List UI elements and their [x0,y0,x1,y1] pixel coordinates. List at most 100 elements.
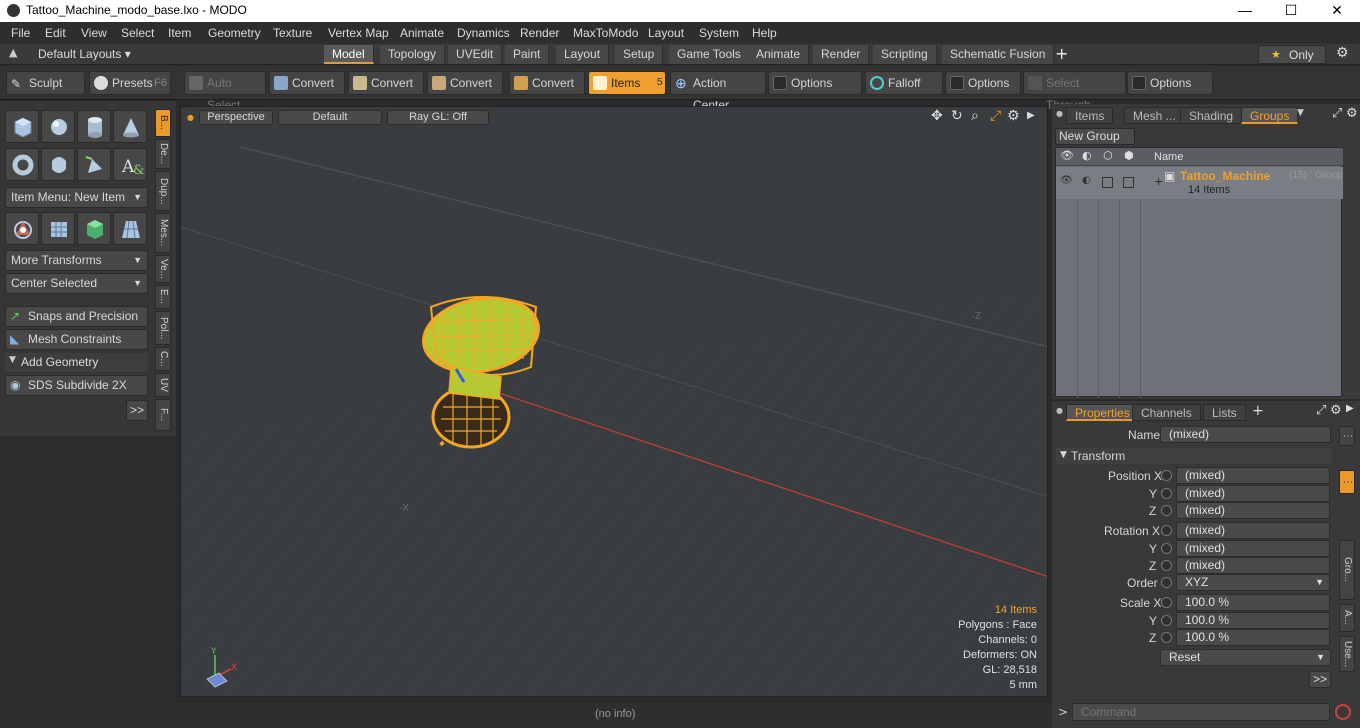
tab-scripting[interactable]: Scripting [873,45,937,64]
scale-z-field[interactable]: 100.0 % [1176,629,1330,646]
more-transforms-dropdown[interactable]: More Transforms ▼ [5,250,148,271]
panel-more-icon[interactable]: ▶ [1346,403,1354,414]
action-center-options-button[interactable]: Options [768,71,862,95]
position-y-field[interactable]: (mixed) [1176,485,1330,502]
side-tab-active[interactable]: ⋮ [1339,470,1355,494]
menu-select[interactable]: Select [121,26,154,40]
menu-dynamics[interactable]: Dynamics [457,26,510,40]
cylinder-primitive-button[interactable] [77,110,111,143]
pan-icon[interactable]: ✥ [931,108,943,124]
select-icon[interactable]: ⬢ [1124,149,1134,162]
close-button[interactable]: ✕ [1314,0,1360,22]
viewport-menu-dot-icon[interactable]: ● [187,113,194,122]
select-through-options-button[interactable]: Options [1127,71,1213,95]
menu-item[interactable]: Item [168,26,191,40]
grid-tool-button[interactable] [41,212,75,245]
menu-vertex-map[interactable]: Vertex Map [328,26,389,40]
reset-dropdown[interactable]: Reset ▼ [1160,649,1331,666]
vtab-basic[interactable]: B... [155,109,171,137]
tab-setup[interactable]: Setup [615,45,664,64]
maximize-viewport-icon[interactable]: ⤢ [990,108,1001,124]
expand-panel-icon[interactable]: ⤢ [1332,106,1342,121]
tab-uvedit[interactable]: UVEdit [448,45,503,64]
order-dropdown[interactable]: XYZ ▼ [1176,574,1330,591]
convert-edges-button[interactable]: Convert [348,71,424,95]
keyframe-dot-icon[interactable] [1161,470,1172,481]
transform-section-header[interactable]: ▼ Transform [1056,448,1332,464]
tab-properties[interactable]: Properties [1066,404,1139,421]
torus-primitive-button[interactable] [5,148,39,181]
tab-render[interactable]: Render [813,45,870,64]
select-checkbox[interactable] [1123,177,1134,188]
falloff-button[interactable]: Falloff [865,71,943,95]
mesh-constraints-button[interactable]: ◣ Mesh Constraints [5,329,148,350]
vtab-curve[interactable]: C... [155,347,171,371]
maximize-button[interactable]: ☐ [1268,0,1314,22]
snaps-precision-button[interactable]: ↗ Snaps and Precision [5,306,148,327]
tab-shading[interactable]: Shading [1180,107,1243,124]
3d-viewport[interactable]: -Z -X Y X ● Perspective Default Ray GL: … [180,106,1048,697]
tab-channels[interactable]: Channels [1132,404,1201,421]
cone-primitive-button[interactable] [113,110,147,143]
view-type-button[interactable]: Perspective [199,110,273,125]
items-mode-button[interactable]: Items 5 [588,71,666,95]
menu-texture[interactable]: Texture [273,26,312,40]
vtab-deform[interactable]: De... [155,139,171,169]
convert-polygons-button[interactable]: Convert [427,71,503,95]
layout-collapse-icon[interactable]: ▲ [9,46,17,59]
render-icon[interactable]: ◐ [1082,175,1091,186]
expand-plus-icon[interactable]: + [1154,175,1163,188]
tab-animate[interactable]: Animate [748,45,810,64]
keyframe-dot-icon[interactable] [1161,597,1172,608]
menu-animate[interactable]: Animate [400,26,444,40]
lock-icon[interactable]: ⬡ [1103,149,1113,162]
transform-tool-button[interactable] [5,212,39,245]
menu-layout[interactable]: Layout [648,26,684,40]
tab-items[interactable]: Items [1066,107,1114,124]
minimize-button[interactable]: — [1222,0,1268,22]
tab-layout[interactable]: Layout [556,45,610,64]
add-geometry-header[interactable]: ▼ Add Geometry [5,353,148,372]
menu-help[interactable]: Help [752,26,777,40]
panel-menu-dot-icon[interactable]: ● [1056,406,1063,415]
viewport-more-icon[interactable]: ▶ [1027,110,1035,121]
scale-y-field[interactable]: 100.0 % [1176,612,1330,629]
menu-system[interactable]: System [699,26,739,40]
shading-mode-button[interactable]: Default [278,110,382,125]
only-toggle[interactable]: ★ Only [1258,45,1326,64]
tabs-dropdown-icon[interactable]: ▼ [1297,108,1304,118]
menu-maxtomodo[interactable]: MaxToModo [573,26,638,40]
tab-groups[interactable]: Groups [1241,107,1299,124]
presets-button[interactable]: Presets F6 [89,71,171,95]
menu-file[interactable]: File [11,26,30,40]
tab-game-tools[interactable]: Game Tools [669,45,750,64]
panel-gear-icon[interactable]: ⚙ [1346,106,1358,121]
more-properties-button[interactable]: >> [1309,671,1331,688]
rotation-y-field[interactable]: (mixed) [1176,540,1330,557]
stop-recording-icon[interactable] [1335,704,1351,720]
text-tool-button[interactable]: A & [113,148,147,181]
render-icon[interactable]: ◐ [1082,149,1092,162]
scale-x-field[interactable]: 100.0 % [1176,594,1330,611]
command-input[interactable] [1072,703,1330,721]
select-through-button[interactable]: Select Through [1023,71,1126,112]
raygl-button[interactable]: Ray GL: Off [387,110,489,125]
side-tab-user[interactable]: Use... [1339,636,1355,672]
name-field[interactable]: (mixed) [1160,426,1331,443]
keyframe-dot-icon[interactable] [1161,577,1172,588]
side-tab-groups[interactable]: Gro... [1339,540,1355,600]
vtab-fusion[interactable]: F... [155,399,171,431]
tab-model[interactable]: Model [324,45,374,64]
falloff-options-button[interactable]: Options [945,71,1021,95]
keyframe-dot-icon[interactable] [1161,560,1172,571]
convert-vertices-button[interactable]: Convert [269,71,345,95]
side-tab-a[interactable]: A... [1339,604,1355,632]
viewport-gear-icon[interactable]: ⚙ [1007,108,1020,124]
rotation-x-field[interactable]: (mixed) [1176,522,1330,539]
action-center-button[interactable]: ⊕ Action Center [670,71,766,112]
zoom-icon[interactable]: ⌕ [971,108,979,124]
rotation-z-field[interactable]: (mixed) [1176,557,1330,574]
lock-checkbox[interactable] [1102,177,1113,188]
center-selected-dropdown[interactable]: Center Selected ▼ [5,273,148,294]
keyframe-dot-icon[interactable] [1161,543,1172,554]
